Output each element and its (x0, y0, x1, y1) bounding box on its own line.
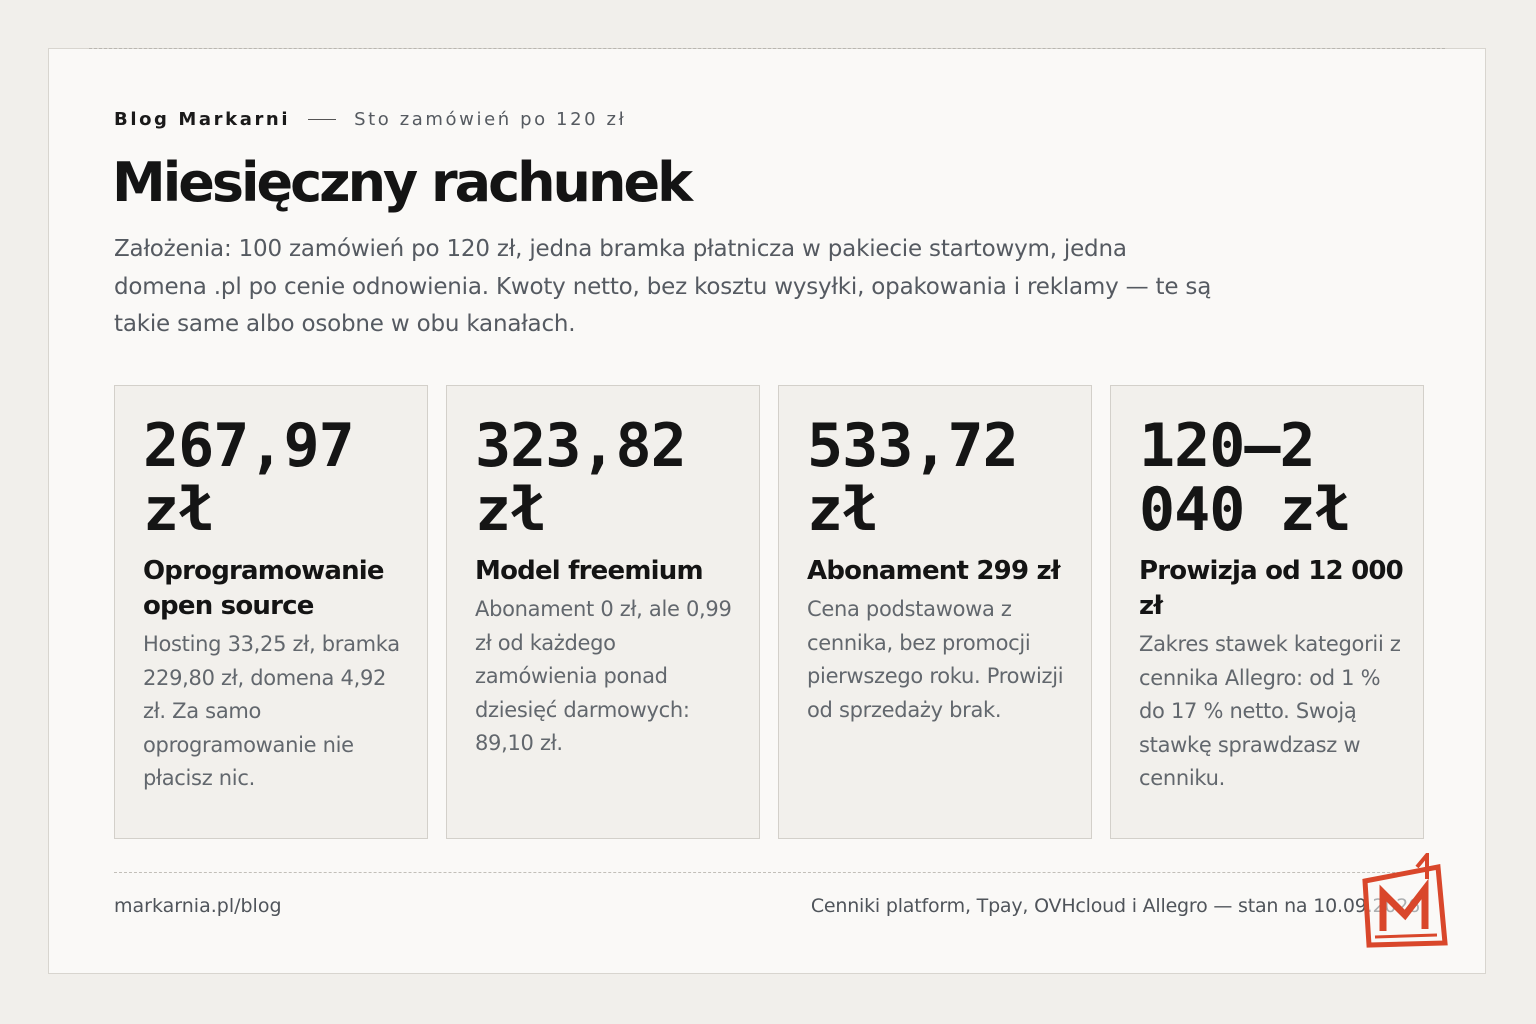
cost-value: 533,72 zł (807, 411, 1019, 545)
cost-value: 267,97 zł (143, 411, 355, 545)
cost-value: 120–2 040 zł (1139, 411, 1351, 545)
series-label: Sto zamówień po 120 zł (354, 109, 627, 130)
cost-description: Hosting 33,25 zł, bramka 229,80 zł, dome… (143, 632, 400, 790)
cost-title: Abonament 299 zł (807, 556, 1060, 586)
intro-paragraph: Założenia: 100 zamówień po 120 zł, jedna… (114, 236, 1212, 337)
top-divider (89, 48, 1445, 49)
footer-sources: Cenniki platform, Tpay, OVHcloud i Alleg… (810, 895, 1420, 917)
cost-value: 323,82 zł (475, 411, 687, 545)
infographic-card: Blog Markarni Sto zamówień po 120 zł Mie… (48, 48, 1486, 974)
cost-card-commission: 120–2 040 zł Prowizja od 12 000 zł Zakre… (1110, 385, 1424, 839)
cost-card-freemium: 323,82 zł Model freemium Abonament 0 zł,… (446, 385, 760, 839)
cost-description: Zakres stawek kategorii z cennika Allegr… (1139, 632, 1401, 790)
eyebrow-separator (308, 119, 337, 120)
cost-card-subscription: 533,72 zł Abonament 299 zł Cena podstawo… (778, 385, 1092, 839)
cost-title: Oprogramowanie open source (143, 556, 385, 621)
cost-card-open-source: 267,97 zł Oprogramowanie open source Hos… (114, 385, 428, 839)
cost-title: Prowizja od 12 000 zł (1139, 556, 1404, 621)
page-title: Miesięczny rachunek (112, 151, 693, 214)
cost-description: Abonament 0 zł, ale 0,99 zł od każdego z… (475, 597, 732, 755)
cost-description: Cena podstawowa z cennika, bez promocji … (807, 597, 1064, 722)
cost-title: Model freemium (475, 556, 704, 586)
markarnia-logo-icon (1362, 853, 1448, 948)
blog-brand: Blog Markarni (114, 109, 291, 130)
footer-url[interactable]: markarnia.pl/blog (114, 895, 282, 917)
bottom-divider (114, 872, 1420, 873)
eyebrow: Blog Markarni Sto zamówień po 120 zł (114, 109, 626, 130)
